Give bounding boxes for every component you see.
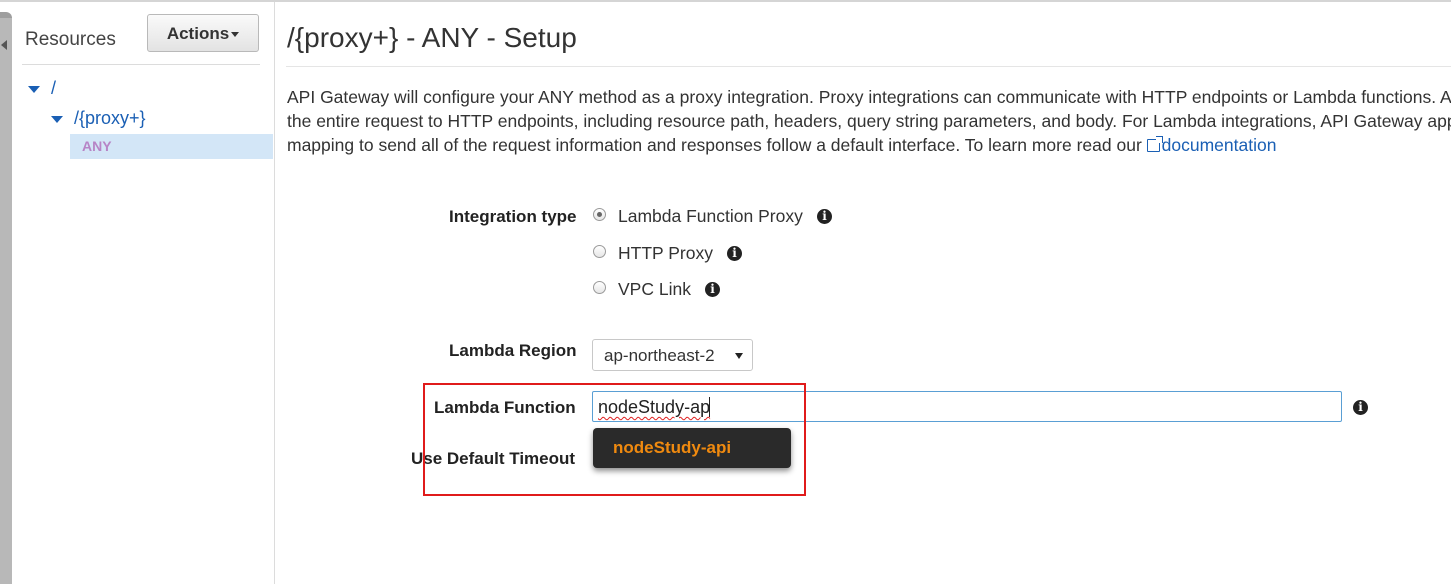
lambda-region-select[interactable]: ap-northeast-2 (592, 339, 753, 371)
resources-sidebar: Resources Actions / /{proxy+} ANY (12, 2, 275, 584)
radio-vpc-link[interactable] (593, 281, 606, 294)
page-title: /{proxy+} - ANY - Setup (287, 22, 577, 53)
actions-label: Actions (166, 24, 230, 43)
sidebar-divider (22, 64, 260, 65)
info-icon[interactable]: i (705, 282, 720, 297)
expand-triangle-icon[interactable] (28, 86, 40, 93)
dropdown-arrow-icon (735, 353, 743, 359)
resources-title: Resources (25, 29, 116, 50)
method-label: ANY (82, 138, 112, 154)
documentation-link[interactable]: documentation (1146, 135, 1277, 155)
documentation-link-text: documentation (1161, 135, 1277, 155)
caret-down-icon (231, 32, 240, 38)
info-icon[interactable]: i (1353, 400, 1368, 415)
title-divider (286, 66, 1451, 67)
radio-label-http-proxy[interactable]: HTTP Proxy (618, 243, 713, 264)
radio-label-vpc-link[interactable]: VPC Link (618, 279, 691, 300)
tree-item-any-method[interactable]: ANY (70, 134, 273, 159)
actions-button[interactable]: Actions (147, 14, 259, 52)
integration-type-label: Integration type (449, 207, 577, 226)
collapse-arrow-icon[interactable] (1, 40, 7, 50)
info-icon[interactable]: i (817, 209, 832, 224)
description-line: mapping to send all of the request infor… (287, 133, 1451, 157)
left-scroll-strip[interactable] (0, 18, 12, 584)
tree-item-root[interactable]: / (51, 78, 56, 99)
radio-label-lambda-function-proxy[interactable]: Lambda Function Proxy (618, 206, 803, 227)
lambda-region-label: Lambda Region (449, 341, 577, 360)
radio-http-proxy[interactable] (593, 245, 606, 258)
radio-lambda-function-proxy[interactable] (593, 208, 606, 221)
description-line-text: mapping to send all of the request infor… (287, 135, 1147, 155)
external-link-icon (1146, 136, 1163, 152)
info-icon[interactable]: i (727, 246, 742, 261)
description: API Gateway will configure your ANY meth… (287, 85, 1451, 157)
expand-triangle-icon[interactable] (51, 116, 63, 123)
tree-item-proxy[interactable]: /{proxy+} (74, 108, 146, 129)
highlight-box (423, 383, 806, 496)
description-line: the entire request to HTTP endpoints, in… (287, 111, 1451, 131)
description-line: API Gateway will configure your ANY meth… (287, 87, 1451, 107)
lambda-region-value: ap-northeast-2 (604, 346, 715, 365)
